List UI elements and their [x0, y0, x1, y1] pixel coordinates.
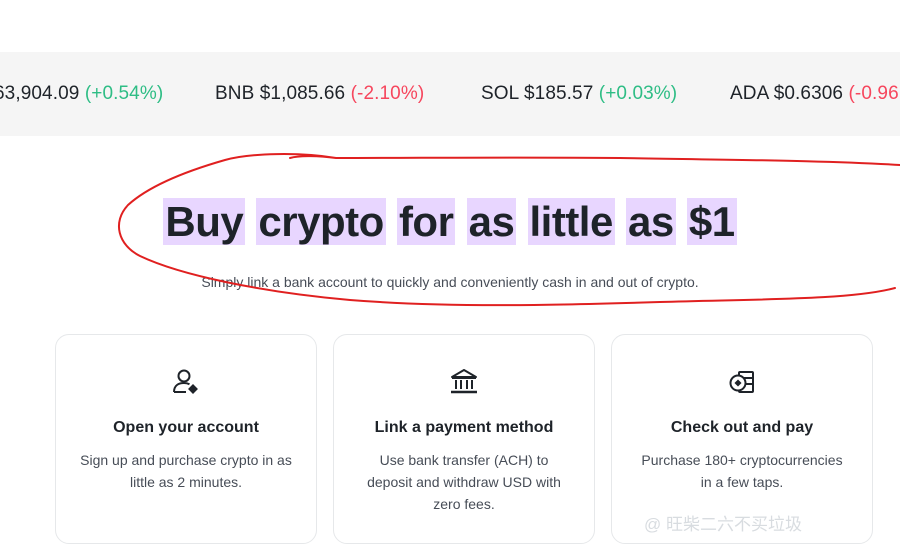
title-word: as [626, 198, 676, 245]
ticker-change: (-0.96 [848, 83, 899, 104]
ticker-change: (-2.10%) [350, 83, 425, 104]
card-title: Check out and pay [670, 419, 814, 436]
ticker-price: $1,085.66 [259, 83, 346, 104]
ticker-symbol: SOL [481, 83, 519, 104]
ticker-item-bnb[interactable]: BNB $1,085.66 (-2.10%) [215, 83, 424, 105]
ticker-price: $0.6306 [773, 83, 844, 104]
card-open-account[interactable]: Open your account Sign up and purchase c… [55, 334, 317, 544]
ticker-symbol: BNB [215, 83, 255, 104]
ticker-change: (+0.03%) [598, 83, 678, 104]
title-word: crypto [256, 198, 386, 245]
title-word: Buy [163, 198, 246, 245]
ticker-price: 63,904.09 [0, 83, 80, 104]
user-account-icon [171, 367, 201, 397]
coins-icon [727, 367, 757, 397]
ticker-item-sol[interactable]: SOL $185.57 (+0.03%) [481, 83, 677, 105]
title-word: little [527, 198, 615, 245]
ticker-change: (+0.54%) [84, 83, 164, 104]
price-ticker: 63,904.09 (+0.54%) BNB $1,085.66 (-2.10%… [0, 52, 900, 136]
hero-subtitle: Simply link a bank account to quickly an… [201, 274, 699, 290]
card-title: Link a payment method [374, 419, 554, 436]
ticker-item-btc[interactable]: 63,904.09 (+0.54%) [0, 83, 163, 105]
ticker-price: $185.57 [524, 83, 594, 104]
card-description: Use bank transfer (ACH) to deposit and w… [367, 452, 561, 512]
bank-icon [449, 367, 479, 397]
card-link-payment[interactable]: Link a payment method Use bank transfer … [333, 334, 595, 544]
ticker-symbol: ADA [730, 83, 769, 104]
card-description: Purchase 180+ cryptocurrencies in a few … [641, 452, 843, 490]
title-word: for [396, 198, 456, 245]
card-description: Sign up and purchase crypto in as little… [80, 452, 292, 490]
title-word: $1 [686, 198, 737, 245]
hero-section: Buy crypto for as little as $1 [0, 196, 900, 248]
watermark: @ 旺柴二六不买垃圾 [644, 515, 802, 534]
card-title: Open your account [113, 419, 259, 436]
ticker-item-ada[interactable]: ADA $0.6306 (-0.96 [730, 83, 899, 105]
title-word: as [466, 198, 517, 245]
hero-title: Buy crypto for as little as $1 [163, 196, 737, 248]
